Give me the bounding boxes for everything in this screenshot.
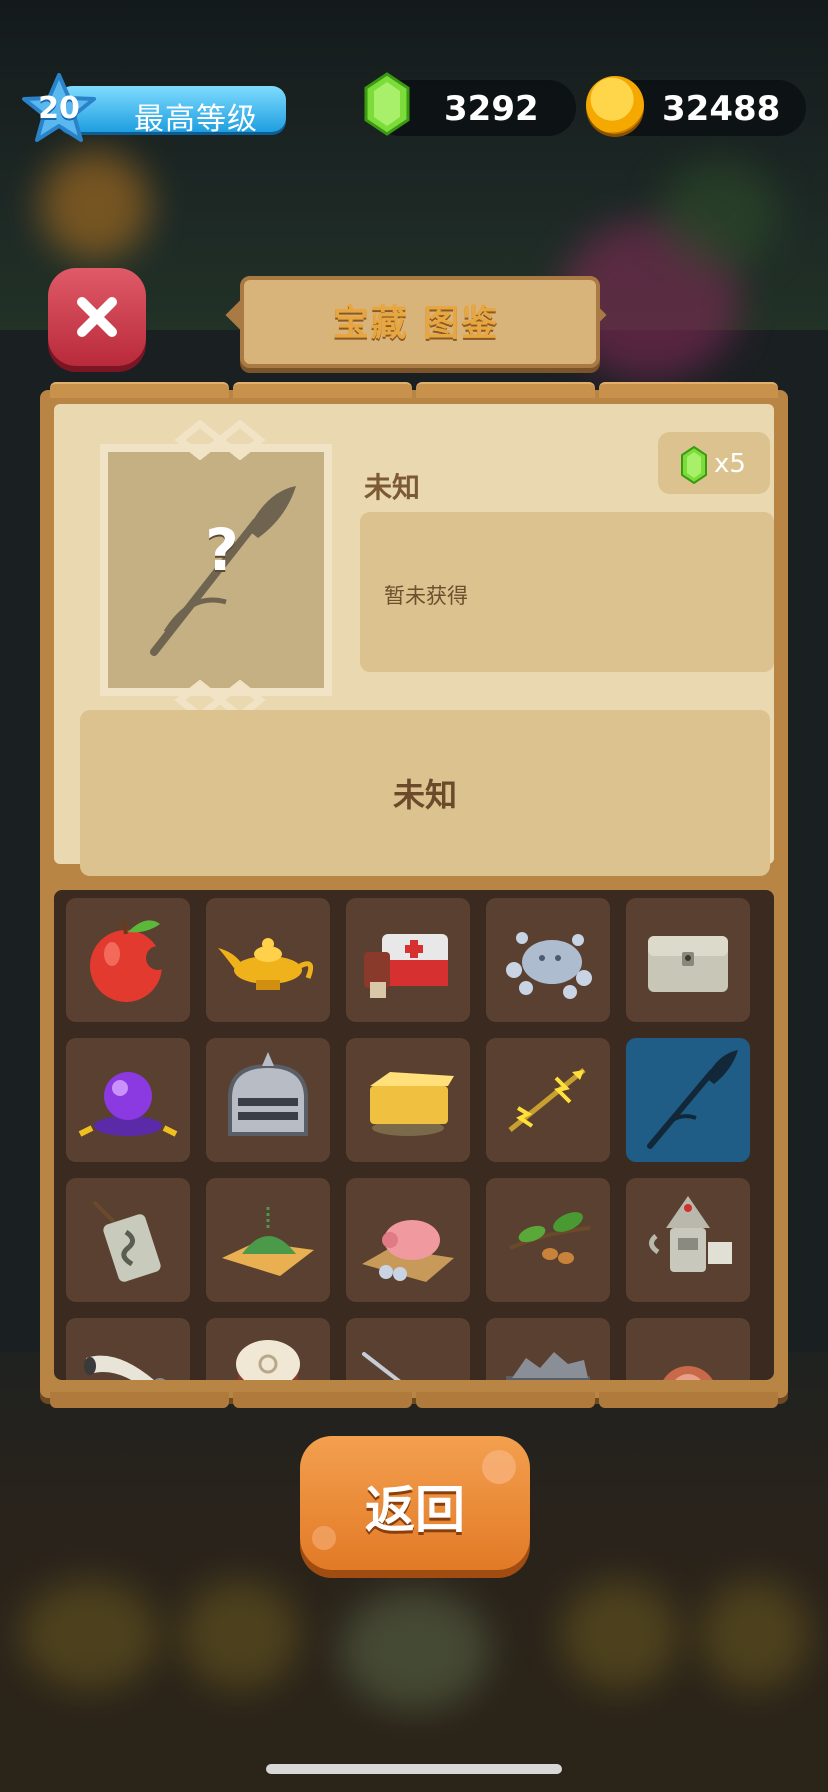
- grid-cell-almond-branch[interactable]: [486, 1178, 610, 1302]
- stone-chest-icon: [648, 936, 728, 992]
- item-name: 未知: [364, 471, 421, 504]
- meat-icon: [663, 1366, 713, 1380]
- spear-silhouette-icon: [647, 1050, 738, 1149]
- lightning-arrow-icon: [508, 1068, 586, 1132]
- coin-slime-icon: [506, 932, 592, 999]
- home-indicator[interactable]: [266, 1764, 562, 1774]
- status-box: 暂未获得: [360, 512, 774, 672]
- wizard-robot-icon: [649, 1196, 732, 1272]
- green-gem-icon: [364, 72, 410, 136]
- back-button[interactable]: 返回: [300, 1436, 530, 1570]
- gem-count: 3292: [444, 89, 539, 129]
- grid-cell-cheese-block[interactable]: [346, 1038, 470, 1162]
- grid-cell-lightning-arrow[interactable]: [486, 1038, 610, 1162]
- gold-counter[interactable]: 32488: [586, 76, 806, 136]
- grid-cell-wizard-robot[interactable]: [626, 1178, 750, 1302]
- level-badge[interactable]: 最高等级 20: [22, 72, 286, 142]
- green-gem-icon: [681, 446, 707, 484]
- title-banner: 宝藏 图鉴: [225, 276, 607, 368]
- grid-cell-magic-lamp[interactable]: [206, 898, 330, 1022]
- status-text: 暂未获得: [384, 584, 468, 608]
- gold-coin-icon: [586, 76, 644, 134]
- item-portrait: ?: [100, 420, 332, 720]
- grid-cell-crystal-ball[interactable]: [66, 1038, 190, 1162]
- rune-tablet-icon: [92, 1200, 161, 1282]
- level-number: 20: [38, 91, 80, 126]
- needle-icon: [362, 1352, 401, 1380]
- gem-counter[interactable]: 3292: [364, 72, 576, 136]
- magic-lamp-icon: [218, 938, 314, 990]
- crystal-ball-icon: [78, 1072, 178, 1137]
- star-icon: 20: [22, 72, 96, 146]
- level-label: 最高等级: [134, 102, 258, 137]
- grid-cell-ore-cart[interactable]: [486, 1318, 610, 1380]
- horn-icon: [84, 1355, 166, 1380]
- grid-cell-piggy-bank[interactable]: [346, 1178, 470, 1302]
- war-drum-icon: [236, 1340, 300, 1380]
- grid-cell-herb-pile[interactable]: [206, 1178, 330, 1302]
- close-button[interactable]: [48, 268, 146, 366]
- grid-cell-rune-tablet[interactable]: [66, 1178, 190, 1302]
- grid-cell-horn[interactable]: [66, 1318, 190, 1380]
- cost-badge: x5: [658, 432, 770, 494]
- almond-branch-icon: [509, 1212, 591, 1264]
- grid-cell-knight-helmet[interactable]: [206, 1038, 330, 1162]
- back-button-label: 返回: [365, 1481, 465, 1539]
- knot-ornament-icon: [174, 420, 266, 460]
- collection-panel: ? 未知 x5 暂未获得 未知: [40, 382, 788, 1408]
- close-icon: [77, 297, 117, 337]
- gold-count: 32488: [662, 89, 781, 129]
- grid-cell-meat[interactable]: [626, 1318, 750, 1380]
- grid-cell-needle[interactable]: [346, 1318, 470, 1380]
- description-box: 未知: [80, 710, 770, 876]
- grid-cell-bitten-apple[interactable]: [66, 898, 190, 1022]
- grid-cell-war-drum[interactable]: [206, 1318, 330, 1380]
- dialog-title: 宝藏 图鉴: [332, 303, 500, 344]
- unknown-mark: ?: [205, 516, 239, 584]
- description-text: 未知: [392, 776, 457, 814]
- grid-cell-coin-slime[interactable]: [486, 898, 610, 1022]
- piggy-bank-icon: [362, 1220, 454, 1282]
- item-grid[interactable]: [54, 890, 774, 1380]
- first-aid-kit-icon: [364, 934, 448, 998]
- knight-helmet-icon: [228, 1052, 308, 1136]
- bitten-apple-icon: [90, 920, 170, 1002]
- cost-multiplier: x5: [714, 449, 746, 479]
- ore-cart-icon: [506, 1352, 590, 1380]
- cheese-block-icon: [370, 1072, 454, 1136]
- grid-cell-stone-chest[interactable]: [626, 898, 750, 1022]
- item-detail-card: ? 未知 x5 暂未获得 未知: [54, 404, 774, 876]
- grid-cell-spear-selected[interactable]: [626, 1038, 750, 1162]
- grid-cell-first-aid-kit[interactable]: [346, 898, 470, 1022]
- herb-pile-icon: [222, 1206, 314, 1276]
